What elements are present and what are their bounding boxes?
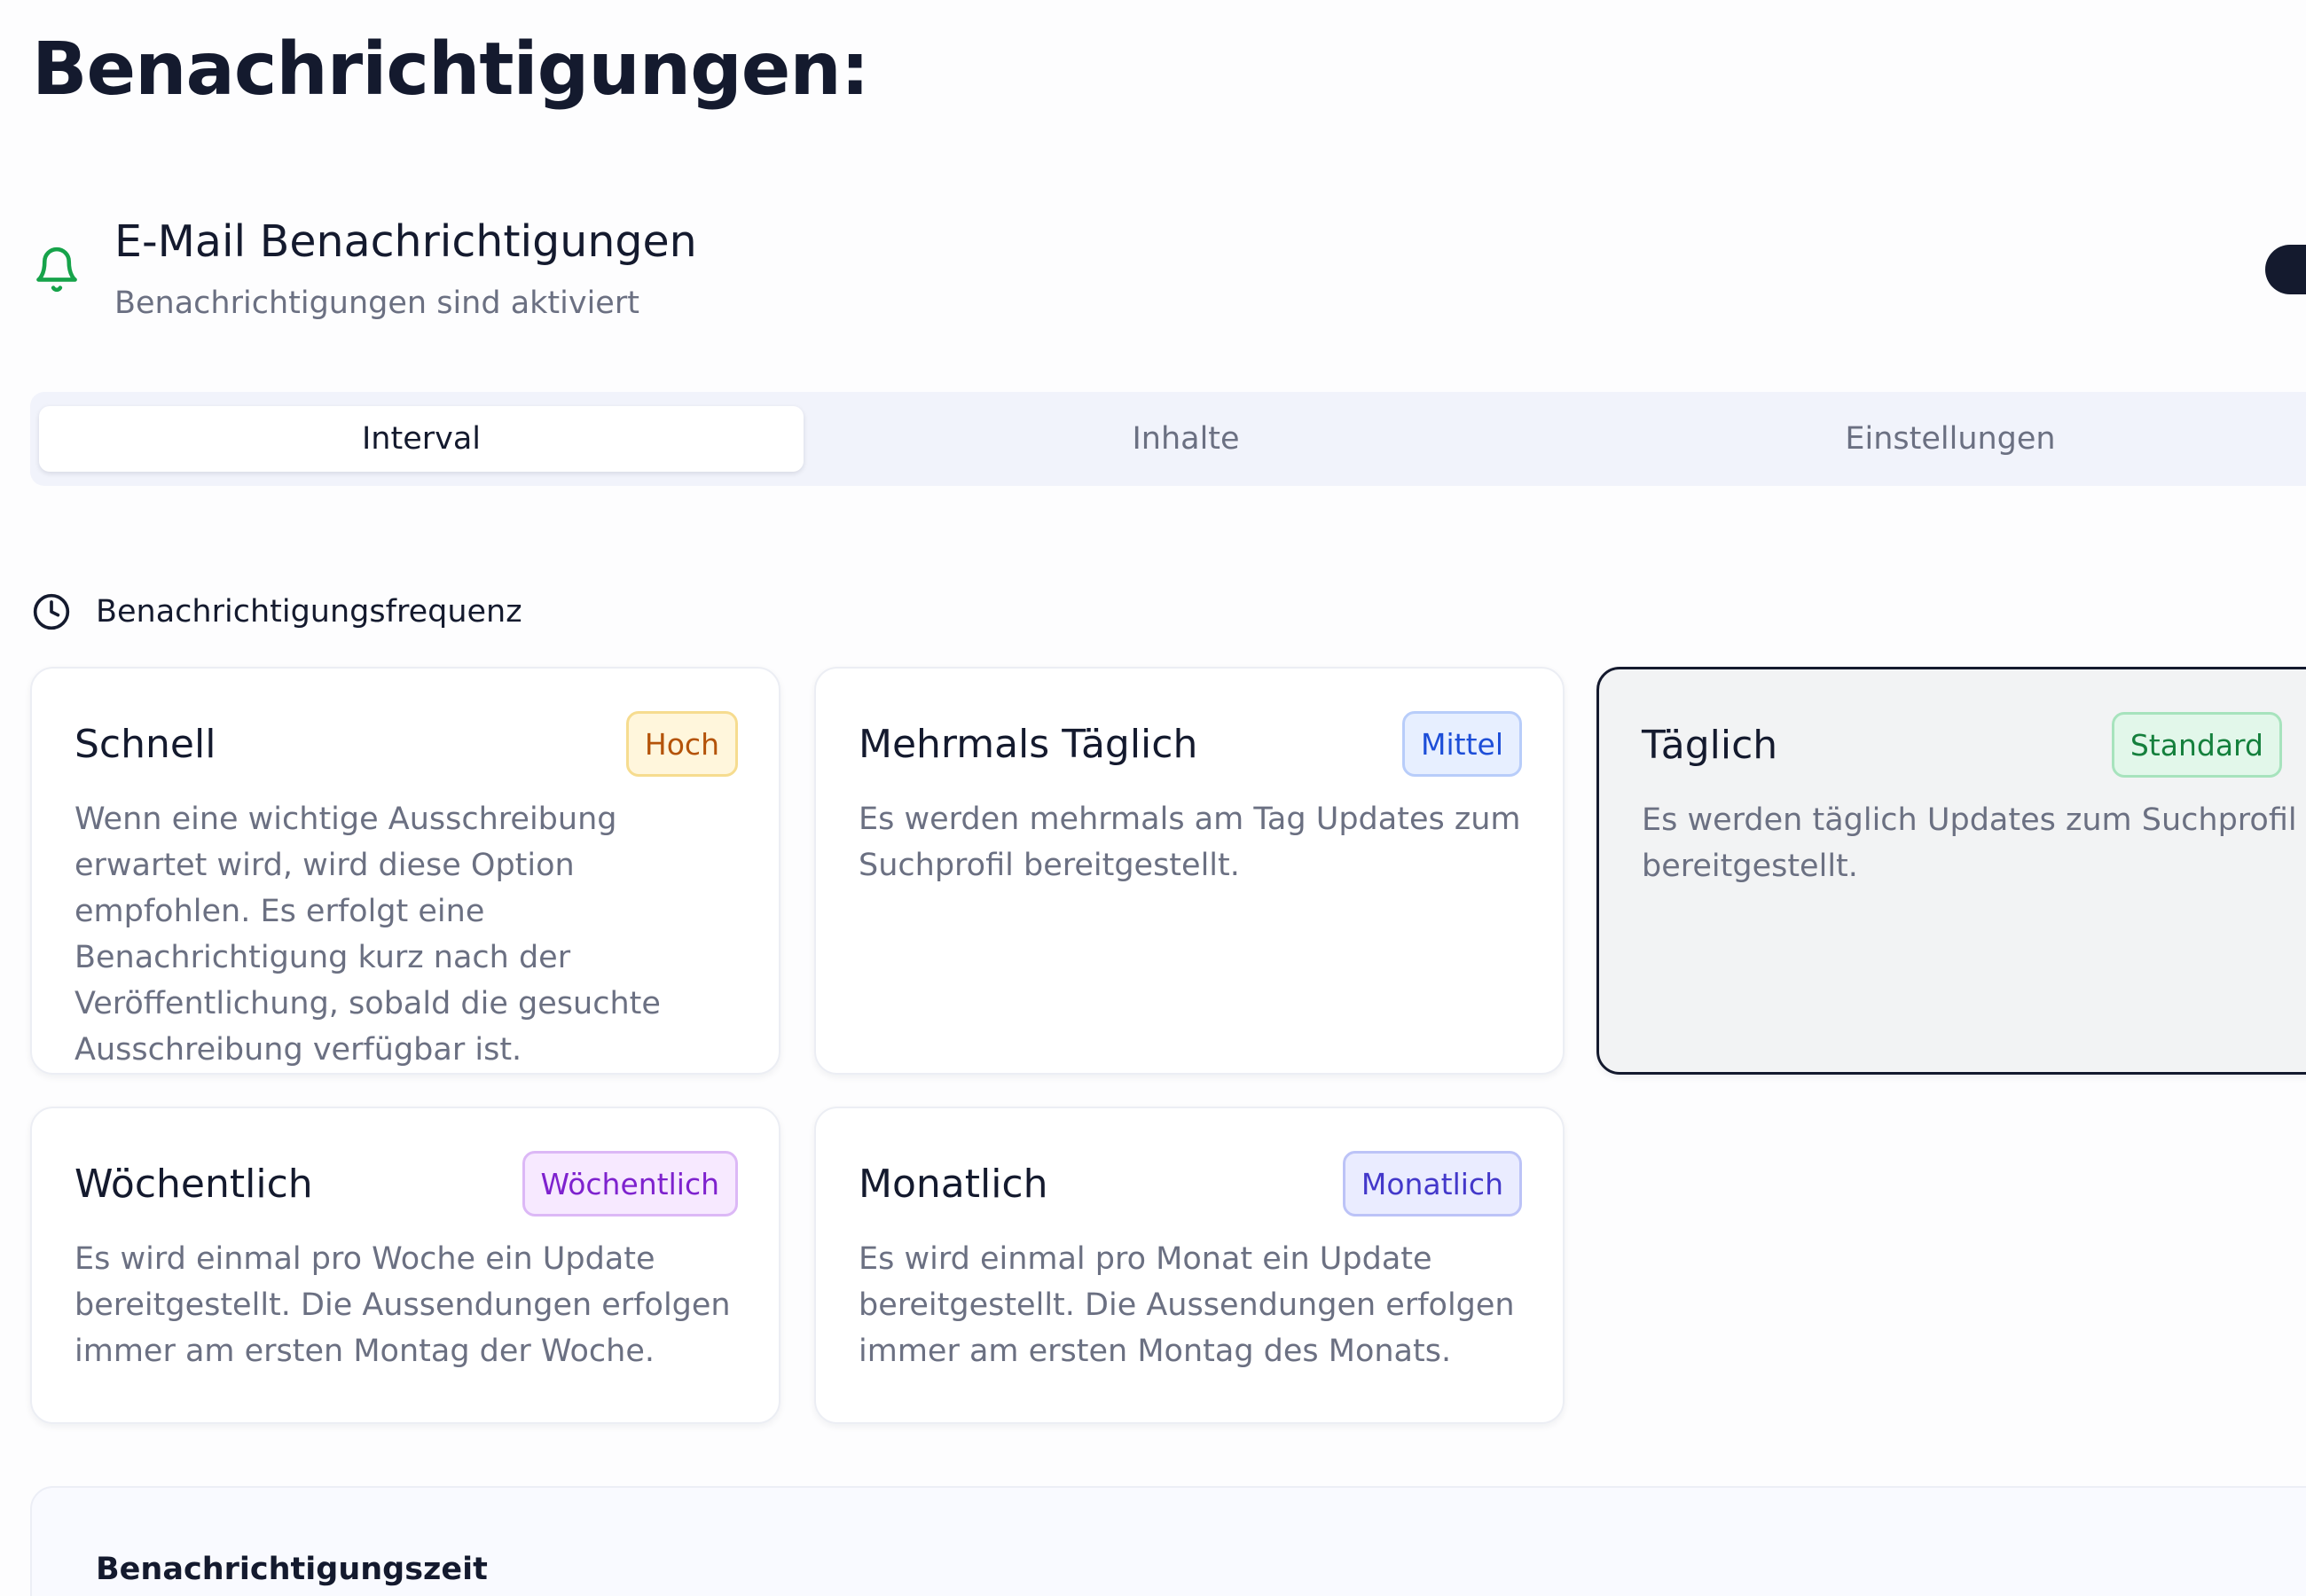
email-notifications-header: E-Mail Benachrichtigungen Benachrichtigu… [32, 213, 2306, 337]
frequency-section-heading: Benachrichtigungsfrequenz [32, 591, 522, 633]
tab-interval[interactable]: Interval [39, 406, 804, 472]
option-title: Mehrmals Täglich [859, 722, 1198, 767]
tab-inhalte[interactable]: Inhalte [804, 406, 1568, 472]
settings-tabs: Interval Inhalte Einstellungen [30, 392, 2306, 486]
priority-badge: Monatlich [1342, 1151, 1522, 1217]
priority-badge: Standard [2111, 712, 2282, 778]
option-description: Es werden täglich Updates zum Suchprofil… [1642, 802, 2297, 884]
notification-time-panel: Benachrichtigungszeit [30, 1486, 2306, 1596]
option-description: Es wird einmal pro Monat ein Update bere… [859, 1241, 1515, 1369]
option-title: Wöchentlich [75, 1162, 313, 1207]
frequency-option-monatlich[interactable]: Monatlich Monatlich Es wird einmal pro M… [814, 1107, 1565, 1424]
frequency-heading: Benachrichtigungsfrequenz [96, 594, 522, 630]
priority-badge: Hoch [625, 711, 738, 777]
page-title: Benachrichtigungen: [32, 27, 870, 112]
clock-icon [33, 593, 70, 630]
email-notifications-toggle[interactable] [2265, 245, 2306, 294]
frequency-option-mehrmals-taeglich[interactable]: Mehrmals Täglich Mittel Es werden mehrma… [814, 667, 1565, 1075]
tab-einstellungen[interactable]: Einstellungen [1568, 406, 2306, 472]
frequency-option-taeglich[interactable]: Täglich Standard Es werden täglich Updat… [1596, 667, 2306, 1075]
email-notifications-title: E-Mail Benachrichtigungen [114, 216, 697, 267]
option-title: Monatlich [859, 1162, 1048, 1207]
option-title: Täglich [1642, 723, 1778, 768]
email-notifications-status: Benachrichtigungen sind aktiviert [114, 286, 639, 321]
option-description: Wenn eine wichtige Ausschreibung erwarte… [75, 802, 661, 1068]
option-description: Es wird einmal pro Woche ein Update bere… [75, 1241, 731, 1369]
priority-badge: Wöchentlich [522, 1151, 738, 1217]
option-title: Schnell [75, 722, 216, 767]
priority-badge: Mittel [1402, 711, 1522, 777]
option-description: Es werden mehrmals am Tag Updates zum Su… [859, 802, 1521, 883]
bell-icon [36, 246, 77, 293]
frequency-option-woechentlich[interactable]: Wöchentlich Wöchentlich Es wird einmal p… [30, 1107, 780, 1424]
notification-settings-page: Benachrichtigungen: E-Mail Benachrichtig… [0, 0, 2306, 1596]
notification-time-heading: Benachrichtigungszeit [96, 1552, 488, 1587]
frequency-option-schnell[interactable]: Schnell Hoch Wenn eine wichtige Ausschre… [30, 667, 780, 1075]
